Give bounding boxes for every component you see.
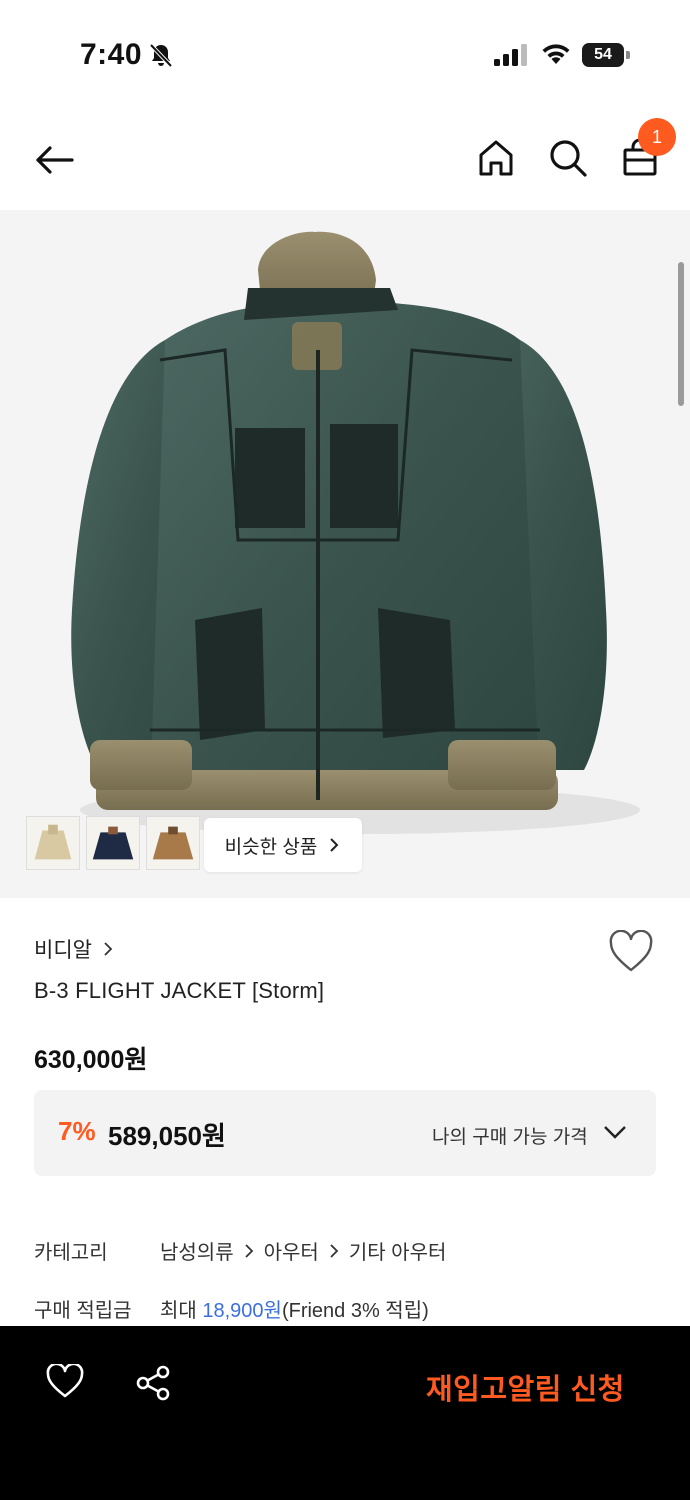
share-icon[interactable] [134, 1364, 172, 1402]
battery-level: 54 [582, 43, 624, 67]
product-title: B-3 FLIGHT JACKET [Storm] [34, 978, 325, 1003]
thumbnail-navy-jacket[interactable] [86, 816, 140, 870]
category-crumb-1[interactable]: 남성의류 [160, 1236, 234, 1265]
points-value: 18,900원 [202, 1300, 282, 1322]
cart-count-badge[interactable]: 1 [638, 118, 676, 156]
jacket-product-image [71, 231, 640, 834]
category-label: 카테고리 [34, 1242, 108, 1264]
points-label: 구매 적립금 [34, 1300, 132, 1322]
category-row: 카테고리 남성의류 아우터 기타 아우터 [34, 1236, 446, 1265]
product-image-gallery[interactable]: 비슷한 상품 [0, 210, 690, 898]
similar-products-label: 비슷한 상품 [224, 836, 318, 858]
search-icon[interactable] [546, 136, 590, 180]
original-price: 630,000원 [34, 1046, 148, 1074]
discount-rate: 7% [58, 1116, 96, 1146]
category-crumb-2[interactable]: 아우터 [264, 1236, 319, 1265]
top-navigation [0, 110, 690, 210]
status-time: 7:40 [80, 38, 143, 71]
status-bar: 7:40 54 [0, 0, 690, 110]
bottom-action-bar: 재입고알림 신청 [0, 1326, 690, 1500]
points-suffix: (Friend 3% 적립) [281, 1300, 429, 1322]
brand-name: 비디알 [34, 939, 92, 962]
wifi-icon [542, 44, 570, 64]
heart-icon[interactable] [608, 930, 654, 974]
image-scrollbar[interactable] [678, 262, 684, 406]
back-arrow-icon[interactable] [32, 138, 76, 182]
signal-icon [494, 44, 527, 66]
points-prefix: 최대 [160, 1300, 203, 1322]
home-icon[interactable] [474, 136, 518, 180]
chevron-down-icon [604, 1126, 626, 1139]
battery-icon: 54 [582, 43, 630, 67]
chevron-right-icon [104, 942, 113, 956]
thumbnail-beige-jacket[interactable] [26, 816, 80, 870]
chevron-right-icon [244, 1243, 253, 1258]
similar-products-button[interactable]: 비슷한 상품 [204, 818, 362, 872]
bell-off-icon [149, 43, 173, 68]
sale-price: 589,050원 [108, 1121, 226, 1151]
wishlist-heart-icon[interactable] [46, 1364, 84, 1400]
category-crumb-3[interactable]: 기타 아우터 [349, 1236, 447, 1265]
points-row: 구매 적립금 최대 18,900원 (Friend 3% 적립) [34, 1294, 429, 1323]
my-price-label: 나의 구매 가능 가격 [432, 1127, 588, 1148]
restock-alert-button[interactable]: 재입고알림 신청 [426, 1366, 625, 1408]
my-price-box[interactable]: 7% 589,050원 나의 구매 가능 가격 [34, 1090, 656, 1176]
brand-link[interactable]: 비디알 [34, 934, 114, 964]
chevron-right-icon [330, 1243, 339, 1258]
chevron-right-icon [330, 838, 339, 852]
thumbnail-brown-jacket[interactable] [146, 816, 200, 870]
